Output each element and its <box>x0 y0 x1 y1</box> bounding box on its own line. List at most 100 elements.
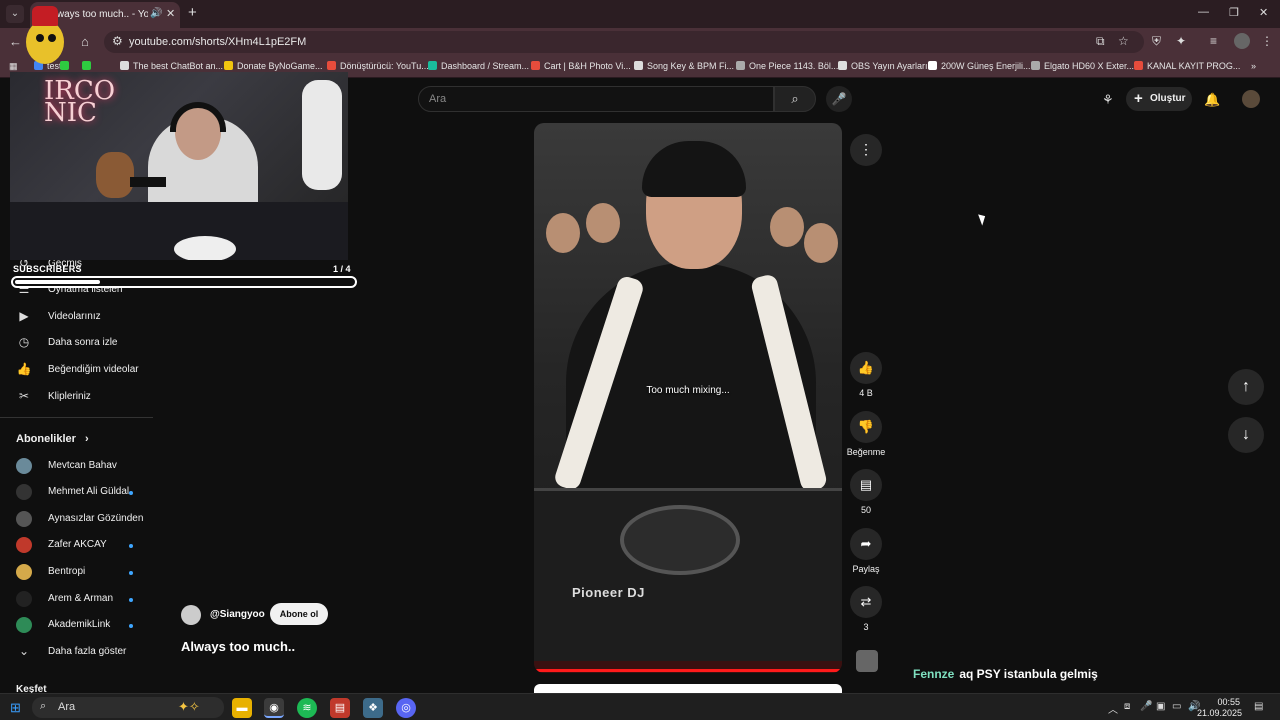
taskbar-date[interactable]: 21.09.2025 <box>1196 708 1242 718</box>
tray-app-icon[interactable]: ⧈ <box>1124 701 1130 712</box>
previous-short-button[interactable]: ↑ <box>1228 369 1264 405</box>
install-app-icon[interactable]: ⧉ <box>1096 34 1105 49</box>
subscription-item[interactable]: Mehmet Ali Güldal <box>16 484 141 502</box>
bookmark-item[interactable]: Cart | B&H Photo Vi... <box>531 61 631 71</box>
close-window-icon[interactable]: ✕ <box>1259 6 1268 19</box>
subscribe-button[interactable]: Abone ol <box>270 603 328 625</box>
back-icon[interactable]: ← <box>9 34 22 49</box>
subscriptions-title[interactable]: Abonelikler › <box>16 433 89 445</box>
bookmark-item[interactable]: Dashboard / Stream... <box>428 61 529 71</box>
windows-start-icon[interactable]: ⊞ <box>10 700 21 716</box>
channel-avatar <box>16 458 32 474</box>
channel-avatar <box>16 564 32 580</box>
subscription-item[interactable]: Bentropi <box>16 564 141 582</box>
chrome-icon[interactable]: ◉ <box>264 698 284 718</box>
notification-center-icon[interactable]: ▤ <box>1254 701 1263 712</box>
new-content-dot <box>129 491 133 495</box>
bookmark-item[interactable]: 200W Güneş Enerjili... <box>928 61 1031 71</box>
browser-menu-icon[interactable]: ⋮ <box>1261 34 1273 48</box>
site-info-icon[interactable]: ⚙ <box>112 34 123 48</box>
tray-microphone-icon[interactable]: 🎤 <box>1140 701 1152 712</box>
bookmark-item[interactable]: Donate ByNoGame... <box>224 61 323 71</box>
more-options-icon[interactable]: ⋮ <box>850 134 882 166</box>
subscription-item[interactable]: Mevtcan Bahav <box>16 458 141 476</box>
subscription-item[interactable]: AkademikLink <box>16 617 141 635</box>
search-input[interactable]: Ara <box>418 86 774 112</box>
bookmark-item[interactable] <box>82 61 95 71</box>
media-controls-icon[interactable]: ≡ <box>1210 34 1217 48</box>
thumb-up-icon: 👍 <box>857 360 875 375</box>
cast-icon[interactable]: ⚘ <box>1102 92 1114 108</box>
home-icon[interactable]: ⌂ <box>81 34 89 49</box>
subscription-item[interactable]: Zafer AKCAY <box>16 537 141 555</box>
voice-app-icon[interactable]: ▤ <box>330 698 350 718</box>
search-icon[interactable]: ⌕ <box>774 86 816 112</box>
sound-thumbnail[interactable] <box>856 650 878 672</box>
taskbar-search-input[interactable]: ⌕ Ara ✦✧ <box>32 697 224 718</box>
bookmark-favicon-icon <box>736 61 745 70</box>
bookmark-item[interactable]: Elgato HD60 X Exter... <box>1031 61 1134 71</box>
bookmark-item[interactable]: OBS Yayın Ayarları <box>838 61 928 71</box>
comments-button[interactable]: ▤ <box>850 469 882 501</box>
headphones <box>170 102 226 132</box>
bookmark-favicon-icon <box>120 61 129 70</box>
minimize-icon[interactable]: — <box>1198 6 1209 18</box>
browser-profile-icon[interactable] <box>1234 33 1250 49</box>
channel-name[interactable]: @Siangyoo <box>210 609 265 620</box>
bookmark-item[interactable]: KANAL KAYIT PROG... <box>1134 61 1240 71</box>
bookmark-favicon-icon <box>838 61 847 70</box>
comment-count: 50 <box>860 505 871 515</box>
tray-network-icon[interactable]: ▭ <box>1172 701 1181 712</box>
taskbar-time[interactable]: 00:55 <box>1210 697 1240 707</box>
thumb-up-icon: 👍 <box>16 362 32 376</box>
microphone-icon[interactable]: 🎤 <box>826 86 852 112</box>
remix-count: 3 <box>863 622 869 632</box>
tray-camera-icon[interactable]: ▣ <box>1156 701 1165 712</box>
new-tab-icon[interactable]: + <box>188 4 197 21</box>
bookmark-star-icon[interactable]: ☆ <box>1118 34 1129 48</box>
subscription-item[interactable]: Arem & Arman <box>16 591 141 609</box>
next-short-button[interactable]: ↓ <box>1228 417 1264 453</box>
tray-chevron-up-icon[interactable]: ︿ <box>1108 701 1118 716</box>
bookmark-favicon-icon <box>82 61 91 70</box>
short-video-player[interactable]: Too much mixing... Pioneer DJ <box>534 123 842 673</box>
apps-grid-icon[interactable]: ▦ <box>9 61 18 72</box>
address-bar[interactable]: ⚙ youtube.com/shorts/XHm4L1pE2FM ⧉ ☆ <box>104 31 1144 53</box>
channel-avatar <box>16 617 32 633</box>
more-bookmarks-icon[interactable]: » <box>1251 61 1256 71</box>
close-tab-icon[interactable]: ✕ <box>166 7 175 20</box>
new-content-dot <box>129 571 133 575</box>
subscriber-goal-bar <box>11 276 357 288</box>
remix-button[interactable]: ⇄ <box>850 586 882 618</box>
like-button[interactable]: 👍 <box>850 352 882 384</box>
channel-avatar[interactable] <box>181 605 201 625</box>
video-progress-bar[interactable] <box>534 669 842 672</box>
extensions-icon[interactable]: ✦ <box>1176 34 1186 48</box>
share-button[interactable]: ➦ <box>850 528 882 560</box>
restore-icon[interactable]: ❐ <box>1229 6 1239 19</box>
bookmark-favicon-icon <box>224 61 233 70</box>
file-explorer-icon[interactable]: ▬ <box>232 698 252 718</box>
obs-icon[interactable]: ◎ <box>396 698 416 718</box>
bookmark-item[interactable]: Dönüştürücü: YouTu... <box>327 61 429 71</box>
network-app-icon[interactable]: ❖ <box>363 698 383 718</box>
chevron-right-icon: › <box>84 433 89 445</box>
sidebar-item-label: Beğendiğim videolar <box>48 364 139 375</box>
speaker-icon[interactable]: 🔊 <box>150 8 162 19</box>
dislike-button[interactable]: 👎 <box>850 411 882 443</box>
bookmark-favicon-icon <box>1134 61 1143 70</box>
create-button[interactable]: + Oluştur <box>1126 87 1192 111</box>
bookmark-item[interactable]: Song Key & BPM Fi... <box>634 61 734 71</box>
crowd-person <box>770 207 804 247</box>
notifications-bell-icon[interactable]: 🔔 <box>1204 92 1220 108</box>
channel-avatar <box>16 511 32 527</box>
bookmark-item[interactable]: The best ChatBot an... <box>120 61 223 71</box>
sidebar-item-label: Klipleriniz <box>48 391 91 402</box>
avatar[interactable] <box>1242 90 1260 108</box>
subscription-name: Mevtcan Bahav <box>48 460 117 471</box>
spotify-icon[interactable]: ≋ <box>297 698 317 718</box>
shield-extension-icon[interactable]: ⛨ <box>1152 34 1161 49</box>
bookmark-item[interactable]: One Piece 1143. Böl... <box>736 61 838 71</box>
screen: ⌄ Always too much.. - YouTub 🔊 ✕ + — ❐ ✕… <box>0 0 1280 720</box>
subscription-item[interactable]: Aynasızlar Gözünden <box>16 511 143 529</box>
